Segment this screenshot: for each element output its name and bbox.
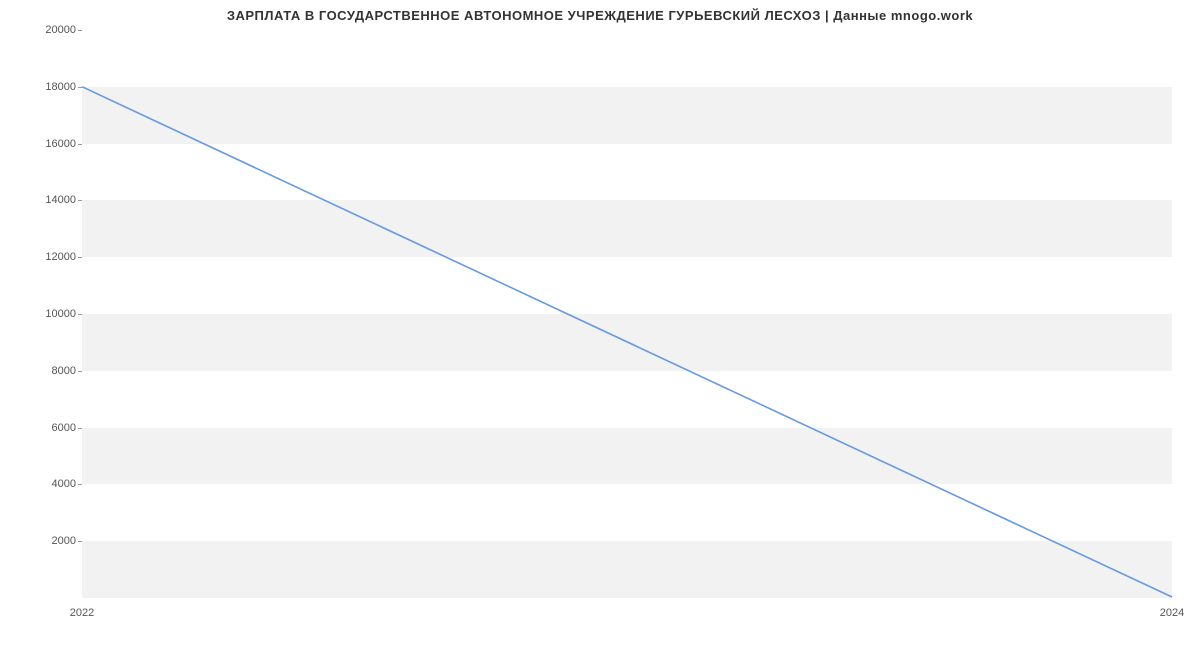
y-tick-label: 10000 (34, 308, 76, 320)
y-tick-mark (78, 314, 82, 315)
y-tick-mark (78, 257, 82, 258)
y-tick-mark (78, 200, 82, 201)
y-tick-mark (78, 144, 82, 145)
y-tick-mark (78, 428, 82, 429)
y-tick-label: 18000 (34, 81, 76, 93)
y-tick-label: 14000 (34, 194, 76, 206)
y-tick-label: 6000 (34, 422, 76, 434)
chart-container: ЗАРПЛАТА В ГОСУДАРСТВЕННОЕ АВТОНОМНОЕ УЧ… (0, 0, 1200, 650)
line-series (82, 30, 1172, 597)
y-tick-mark (78, 484, 82, 485)
y-tick-label: 16000 (34, 138, 76, 150)
plot-area: 2000400060008000100001200014000160001800… (82, 30, 1172, 598)
y-tick-mark (78, 30, 82, 31)
chart-title: ЗАРПЛАТА В ГОСУДАРСТВЕННОЕ АВТОНОМНОЕ УЧ… (0, 8, 1200, 23)
y-tick-label: 12000 (34, 251, 76, 263)
y-tick-label: 2000 (34, 535, 76, 547)
y-tick-mark (78, 541, 82, 542)
y-tick-label: 20000 (34, 24, 76, 36)
x-tick-label: 2024 (1160, 607, 1184, 619)
y-tick-mark (78, 87, 82, 88)
y-tick-label: 4000 (34, 478, 76, 490)
y-tick-mark (78, 371, 82, 372)
y-tick-label: 8000 (34, 365, 76, 377)
x-tick-label: 2022 (70, 607, 94, 619)
